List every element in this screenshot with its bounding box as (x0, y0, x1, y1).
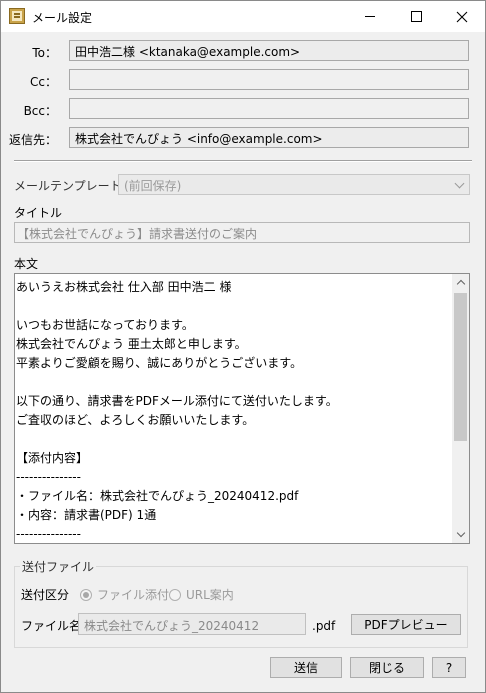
radio-url-guide-label: URL案内 (186, 588, 234, 602)
maximize-button[interactable] (393, 1, 439, 32)
title-bar: メール設定 (1, 1, 485, 32)
bcc-field[interactable] (69, 98, 469, 119)
close-button[interactable]: 閉じる (350, 657, 424, 678)
chevron-down-icon (456, 528, 465, 538)
template-select[interactable]: (前回保存) (118, 174, 470, 195)
body-line: 以下の通り、請求書をPDFメール添付にて送付いたします。 (16, 394, 338, 408)
body-line: ・ファイル名：株式会社でんぴょう_20240412.pdf (16, 489, 299, 503)
body-line: ・内容：請求書(PDF) 1通 (16, 508, 157, 522)
body-line: 平素よりご愛顧を賜り、誠にありがとうございます。 (16, 356, 303, 370)
body-line: ご査収のほど、よろしくお願いいたします。 (16, 413, 255, 427)
minimize-icon (365, 16, 375, 17)
attachment-group-title: 送付ファイル (20, 558, 97, 575)
body-line: 株式会社でんぴょう 亜土太郎と申します。 (16, 337, 247, 351)
scroll-thumb[interactable] (454, 293, 467, 441)
to-field[interactable]: 田中浩二様 <ktanaka@example.com> (69, 40, 469, 61)
help-button[interactable]: ? (432, 657, 466, 678)
divider (14, 160, 472, 162)
radio-url-guide[interactable]: URL案内 (169, 586, 234, 603)
body-scrollbar[interactable] (452, 274, 469, 543)
chevron-down-icon (454, 178, 465, 189)
template-selected-value: (前回保存) (124, 179, 182, 193)
filename-field[interactable]: 株式会社でんぴょう_20240412 (78, 613, 306, 635)
body-line: --------------- (16, 527, 81, 541)
body-line: いつもお世話になっております。 (16, 318, 194, 332)
template-label: メールテンプレート： (14, 179, 134, 193)
body-line (16, 373, 451, 392)
file-extension: .pdf (312, 619, 336, 633)
minimize-button[interactable] (347, 1, 393, 32)
body-text: あいうえお株式会社 仕入部 田中浩二 様 いつもお世話になっております。 株式会… (16, 278, 451, 543)
pdf-preview-button[interactable]: PDFプレビュー (351, 614, 461, 635)
window-title: メール設定 (32, 11, 93, 25)
scroll-down-button[interactable] (452, 526, 469, 543)
cc-label: Cc： (30, 75, 57, 89)
cc-field[interactable] (69, 69, 469, 90)
subject-label: タイトル (14, 206, 63, 220)
body-textarea[interactable]: あいうえお株式会社 仕入部 田中浩二 様 いつもお世話になっております。 株式会… (14, 273, 470, 544)
filename-label: ファイル名 (21, 619, 82, 633)
send-button[interactable]: 送信 (270, 657, 342, 678)
radio-unselected-icon (169, 588, 181, 601)
body-line: 【添付内容】 (16, 451, 89, 465)
radio-file-attach-label: ファイル添付 (97, 588, 170, 602)
scroll-up-button[interactable] (452, 274, 469, 291)
body-line: あいうえお株式会社 仕入部 田中浩二 様 (16, 280, 232, 294)
reply-to-field[interactable]: 株式会社でんぴょう <info@example.com> (69, 127, 469, 148)
reply-to-label: 返信先： (8, 133, 57, 147)
body-line: --------------- (16, 470, 81, 484)
chevron-up-icon (456, 279, 465, 289)
radio-selected-icon (80, 588, 92, 601)
to-label: To： (32, 46, 57, 60)
close-window-button[interactable] (439, 1, 485, 32)
subject-field[interactable]: 【株式会社でんぴょう】請求書送付のご案内 (14, 222, 470, 243)
send-mode-label: 送付区分 (21, 588, 70, 602)
app-icon (9, 8, 25, 24)
body-label: 本文 (14, 257, 39, 271)
bcc-label: Bcc： (23, 104, 57, 118)
maximize-icon (410, 11, 422, 22)
body-line (16, 430, 451, 449)
radio-file-attach[interactable]: ファイル添付 (80, 586, 169, 603)
attachment-group (14, 566, 468, 648)
body-line (16, 297, 451, 316)
close-icon (456, 11, 468, 22)
